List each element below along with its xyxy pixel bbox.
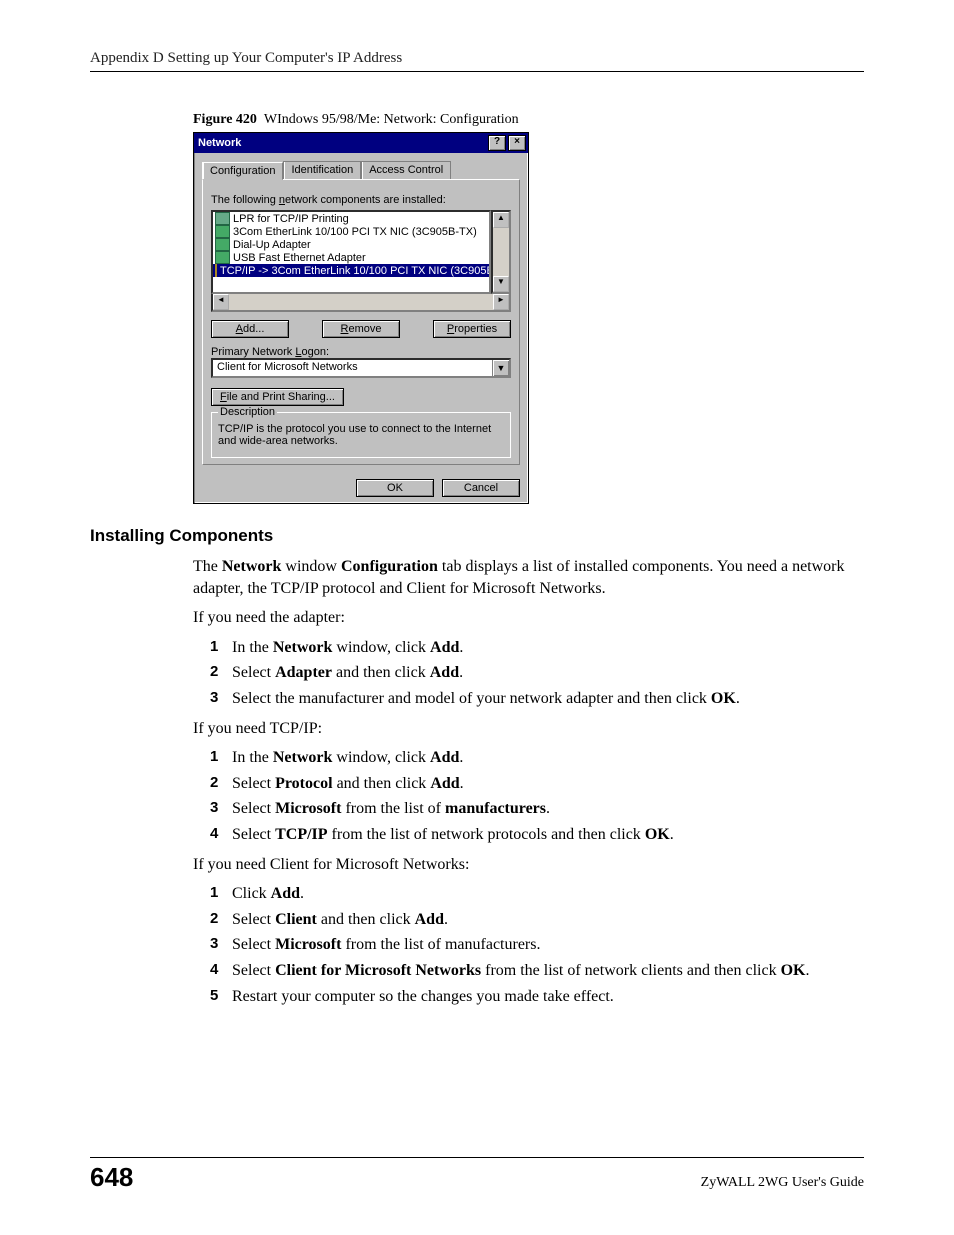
- list-item[interactable]: USB Fast Ethernet Adapter: [213, 251, 489, 264]
- page-number: 648: [90, 1162, 133, 1193]
- figure-caption: Figure 420 WIndows 95/98/Me: Network: Co…: [90, 112, 864, 128]
- scroll-track[interactable]: [229, 294, 493, 310]
- components-intro: The following network components are ins…: [211, 194, 511, 206]
- tab-access-control[interactable]: Access Control: [361, 161, 451, 179]
- step: 2Select Client and then click Add.: [210, 909, 864, 931]
- list-item[interactable]: 3Com EtherLink 10/100 PCI TX NIC (3C905B…: [213, 225, 489, 238]
- titlebar[interactable]: Network ? ×: [194, 133, 528, 153]
- step: 2Select Adapter and then click Add.: [210, 662, 864, 684]
- scroll-left-icon[interactable]: ◄: [213, 294, 229, 310]
- scroll-down-icon[interactable]: ▼: [493, 276, 509, 292]
- description-text: TCP/IP is the protocol you use to connec…: [218, 423, 504, 447]
- scroll-up-icon[interactable]: ▲: [493, 212, 509, 228]
- primary-logon-label: Primary Network Logon:: [211, 346, 511, 358]
- guide-title: ZyWALL 2WG User's Guide: [701, 1175, 864, 1191]
- page-footer: 648 ZyWALL 2WG User's Guide: [90, 1157, 864, 1193]
- scroll-right-icon[interactable]: ►: [493, 294, 509, 310]
- tab-identification[interactable]: Identification: [283, 161, 361, 179]
- network-dialog: Network ? × Configuration Identification…: [193, 132, 529, 504]
- ok-button[interactable]: OK: [356, 479, 434, 497]
- vertical-scrollbar[interactable]: ▲ ▼: [491, 210, 511, 294]
- steps-adapter: 1In the Network window, click Add. 2Sele…: [90, 637, 864, 710]
- step: 1In the Network window, click Add.: [210, 637, 864, 659]
- step: 4Select TCP/IP from the list of network …: [210, 824, 864, 846]
- step: 3Select Microsoft from the list of manuf…: [210, 934, 864, 956]
- printer-icon: [215, 212, 230, 225]
- figure-label: Figure 420: [193, 112, 257, 127]
- add-button[interactable]: Add...: [211, 320, 289, 338]
- paragraph: If you need Client for Microsoft Network…: [90, 854, 864, 876]
- components-listbox[interactable]: LPR for TCP/IP Printing 3Com EtherLink 1…: [211, 210, 491, 294]
- section-heading: Installing Components: [90, 526, 864, 546]
- tab-strip: Configuration Identification Access Cont…: [202, 161, 520, 180]
- tab-configuration[interactable]: Configuration: [202, 162, 283, 180]
- file-print-sharing-button[interactable]: File and Print Sharing...: [211, 388, 344, 406]
- chevron-down-icon[interactable]: ▼: [492, 360, 509, 376]
- figure-caption-text: WIndows 95/98/Me: Network: Configuration: [264, 112, 519, 127]
- primary-logon-select[interactable]: Client for Microsoft Networks ▼: [211, 358, 511, 378]
- nic-icon: [215, 238, 230, 251]
- remove-button[interactable]: Remove: [322, 320, 400, 338]
- properties-button[interactable]: Properties: [433, 320, 511, 338]
- paragraph: If you need TCP/IP:: [90, 718, 864, 740]
- nic-icon: [215, 225, 230, 238]
- horizontal-scrollbar[interactable]: ◄ ►: [211, 292, 511, 312]
- protocol-icon: [215, 264, 217, 277]
- list-item[interactable]: LPR for TCP/IP Printing: [213, 212, 489, 225]
- step: 4Select Client for Microsoft Networks fr…: [210, 960, 864, 982]
- nic-icon: [215, 251, 230, 264]
- step: 3Select the manufacturer and model of yo…: [210, 688, 864, 710]
- help-icon[interactable]: ?: [488, 135, 506, 151]
- steps-tcpip: 1In the Network window, click Add. 2Sele…: [90, 747, 864, 845]
- close-icon[interactable]: ×: [508, 135, 526, 151]
- page-header: Appendix D Setting up Your Computer's IP…: [90, 50, 864, 72]
- paragraph: If you need the adapter:: [90, 607, 864, 629]
- steps-client: 1Click Add. 2Select Client and then clic…: [90, 883, 864, 1007]
- step: 5Restart your computer so the changes yo…: [210, 986, 864, 1008]
- step: 2Select Protocol and then click Add.: [210, 773, 864, 795]
- description-group: Description TCP/IP is the protocol you u…: [211, 412, 511, 458]
- cancel-button[interactable]: Cancel: [442, 479, 520, 497]
- primary-logon-value: Client for Microsoft Networks: [217, 361, 358, 373]
- description-legend: Description: [218, 406, 277, 418]
- step: 1In the Network window, click Add.: [210, 747, 864, 769]
- list-item[interactable]: Dial-Up Adapter: [213, 238, 489, 251]
- scroll-track[interactable]: [493, 228, 509, 276]
- step: 3Select Microsoft from the list of manuf…: [210, 798, 864, 820]
- step: 1Click Add.: [210, 883, 864, 905]
- paragraph: The Network window Configuration tab dis…: [90, 556, 864, 599]
- list-item-selected[interactable]: TCP/IP -> 3Com EtherLink 10/100 PCI TX N…: [213, 264, 489, 277]
- dialog-title: Network: [198, 137, 486, 149]
